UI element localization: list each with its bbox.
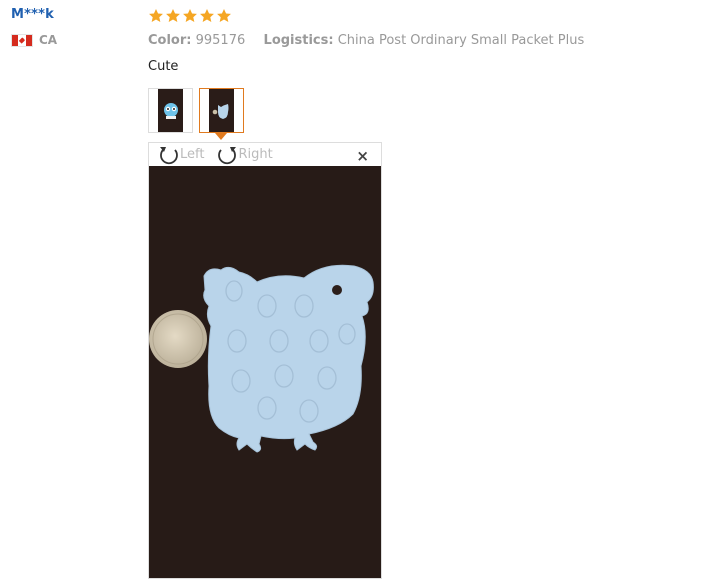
rotate-left-button[interactable]: Left xyxy=(158,144,204,166)
image-viewer: Left Right × xyxy=(148,142,382,579)
reviewer-info: M***k CA xyxy=(11,7,57,47)
star-icon xyxy=(166,9,180,22)
star-icon xyxy=(183,9,197,22)
thumbnail-1[interactable] xyxy=(148,88,193,133)
logistics-label: Logistics: xyxy=(263,33,334,48)
rotate-right-button[interactable]: Right xyxy=(216,144,273,166)
thumbnail-1-image xyxy=(158,89,183,132)
thumbnail-2[interactable] xyxy=(199,88,244,140)
country-code: CA xyxy=(39,33,58,47)
owl-photo-image xyxy=(149,166,381,578)
rotate-right-icon xyxy=(218,146,237,164)
review-meta: Color: 995176 Logistics: China Post Ordi… xyxy=(148,33,698,48)
color-label: Color: xyxy=(148,33,192,48)
reviewer-country: CA xyxy=(11,33,57,47)
review-content: Color: 995176 Logistics: China Post Ordi… xyxy=(148,7,698,74)
review-image-thumbnails xyxy=(148,88,244,140)
viewer-toolbar: Left Right × xyxy=(149,143,381,166)
review-photo xyxy=(149,166,381,578)
reviewer-name: M***k xyxy=(11,7,54,22)
close-icon[interactable]: × xyxy=(356,147,369,165)
rotate-right-label: Right xyxy=(238,147,273,162)
star-icon xyxy=(200,9,214,22)
star-rating xyxy=(148,7,698,25)
color-value: 995176 xyxy=(195,33,246,48)
logistics-value: China Post Ordinary Small Packet Plus xyxy=(337,33,585,48)
rotate-left-label: Left xyxy=(180,147,205,162)
star-icon xyxy=(217,9,231,22)
canada-flag-icon xyxy=(11,33,33,47)
rotate-left-icon xyxy=(160,146,178,164)
star-icon xyxy=(149,9,163,22)
thumbnail-2-image xyxy=(209,89,234,132)
review-comment: Cute xyxy=(148,59,179,74)
